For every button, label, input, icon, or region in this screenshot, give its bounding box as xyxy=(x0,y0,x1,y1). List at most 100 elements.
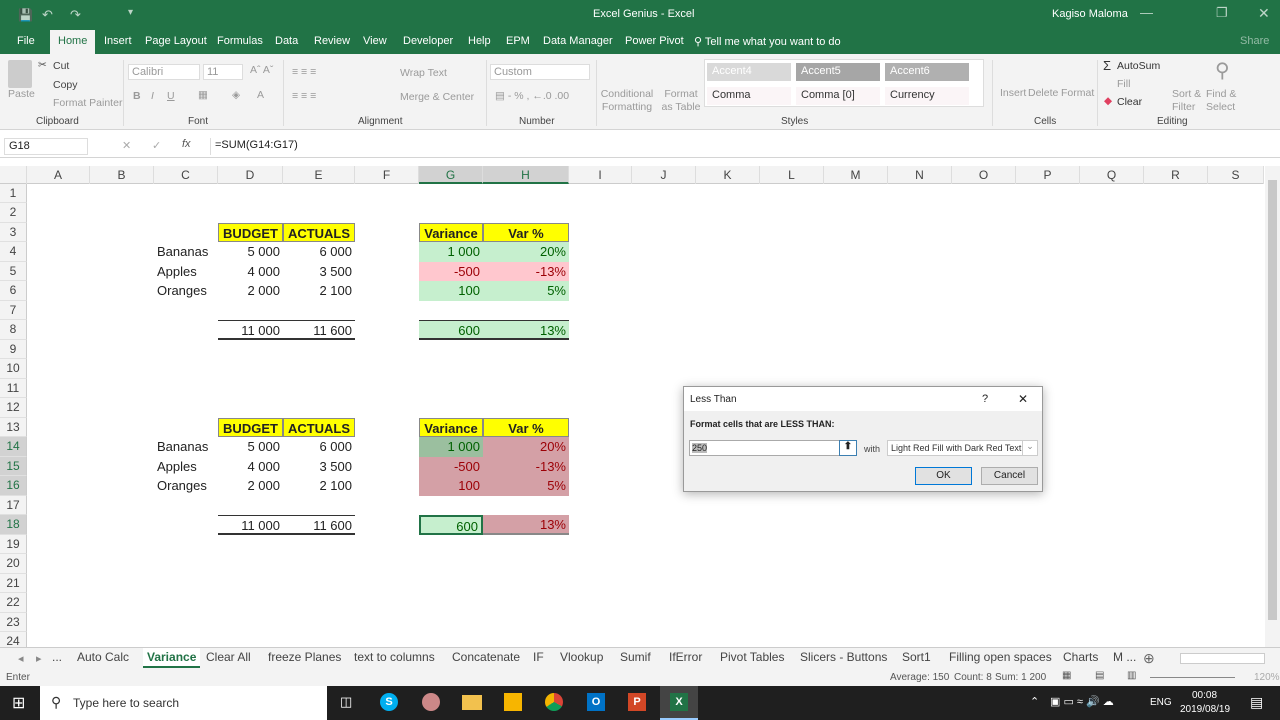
borders-icon[interactable]: ▦ xyxy=(198,89,208,101)
cell-D18[interactable]: 11 000 xyxy=(218,515,283,535)
column-header-G[interactable]: G xyxy=(419,166,483,184)
cut-button[interactable]: Cut xyxy=(53,60,69,72)
column-header-F[interactable]: F xyxy=(355,166,419,184)
bold-icon[interactable]: B xyxy=(133,90,141,102)
sheet-tab-iferror[interactable]: IfError xyxy=(669,650,702,664)
cell-H14[interactable]: 20% xyxy=(483,437,569,457)
cell-H18[interactable]: 13% xyxy=(483,515,569,535)
font-size-select[interactable]: 11 xyxy=(203,64,243,80)
normal-view-icon[interactable]: ▦ xyxy=(1062,670,1071,681)
cell-H8[interactable]: 13% xyxy=(483,320,569,340)
menu-view[interactable]: View xyxy=(363,35,387,47)
style-comma-0[interactable]: Comma [0] xyxy=(796,87,880,105)
style-currency[interactable]: Currency xyxy=(885,87,969,105)
cell-C15[interactable]: Apples xyxy=(154,457,218,476)
sheet-tab-auto-calc[interactable]: Auto Calc xyxy=(77,650,129,664)
cell-E16[interactable]: 2 100 xyxy=(283,476,355,495)
sheet-tab-concatenate[interactable]: Concatenate xyxy=(452,650,520,664)
style-accent4[interactable]: Accent4 xyxy=(707,63,791,81)
close-icon[interactable]: ✕ xyxy=(1018,392,1028,406)
row-header-2[interactable]: 2 xyxy=(0,203,27,223)
paste-button[interactable]: Paste xyxy=(8,88,35,100)
select-all-corner[interactable] xyxy=(0,166,27,184)
save-icon[interactable]: 💾 xyxy=(18,8,33,22)
row-header-3[interactable]: 3 xyxy=(0,222,27,243)
cell-E5[interactable]: 3 500 xyxy=(283,262,355,281)
outlook-icon[interactable]: O xyxy=(587,693,605,711)
clear-button[interactable]: Clear xyxy=(1117,96,1142,108)
restore-icon[interactable]: ❐ xyxy=(1216,5,1228,21)
row-header-7[interactable]: 7 xyxy=(0,300,27,321)
cell-D13[interactable]: BUDGET xyxy=(218,417,283,438)
column-header-H[interactable]: H xyxy=(483,166,569,184)
align-top-icon[interactable]: ≡ ≡ ≡ xyxy=(292,66,316,78)
cell-D6[interactable]: 2 000 xyxy=(218,281,283,300)
powerpoint-icon[interactable]: P xyxy=(628,693,646,711)
cell-G15[interactable]: -500 xyxy=(419,456,483,477)
menu-file[interactable]: File xyxy=(17,35,35,47)
sheet-tab-m-[interactable]: M ... xyxy=(1113,650,1136,664)
row-header-17[interactable]: 17 xyxy=(0,495,27,516)
help-button[interactable]: ? xyxy=(982,393,988,405)
excel-taskbar-button[interactable]: X xyxy=(660,686,698,720)
row-header-9[interactable]: 9 xyxy=(0,339,27,360)
skype-icon[interactable]: S xyxy=(380,693,398,711)
percent-icon[interactable]: ▤ - % , ←.0 .00 xyxy=(495,90,569,102)
cell-G5[interactable]: -500 xyxy=(419,261,483,282)
undo-icon[interactable]: ↶ xyxy=(42,7,53,23)
sheet-tab-sumif[interactable]: Sumif xyxy=(620,650,651,664)
row-header-10[interactable]: 10 xyxy=(0,359,27,379)
row-header-21[interactable]: 21 xyxy=(0,573,27,594)
enter-icon[interactable]: ✓ xyxy=(152,139,161,152)
column-header-N[interactable]: N xyxy=(888,166,952,184)
format-painter-button[interactable]: Format Painter xyxy=(53,97,122,109)
menu-epm[interactable]: EPM xyxy=(506,35,530,47)
cell-E4[interactable]: 6 000 xyxy=(283,242,355,261)
format-as-table-button[interactable]: Format as Table xyxy=(658,88,704,114)
cell-G6[interactable]: 100 xyxy=(419,281,483,301)
column-header-I[interactable]: I xyxy=(569,166,632,184)
name-box[interactable]: G18 xyxy=(4,138,88,155)
sheet-tab-freeze-planes[interactable]: freeze Planes xyxy=(268,650,341,664)
language-indicator[interactable]: ENG xyxy=(1150,697,1172,708)
column-header-C[interactable]: C xyxy=(154,166,218,184)
row-header-23[interactable]: 23 xyxy=(0,612,27,633)
insert-cells-button[interactable]: Insert xyxy=(1000,87,1026,99)
row-header-15[interactable]: 15 xyxy=(0,456,27,477)
menu-insert[interactable]: Insert xyxy=(104,35,132,47)
autosum-button[interactable]: AutoSum xyxy=(1117,60,1160,72)
sheet-tab-clear-all[interactable]: Clear All xyxy=(206,650,251,664)
cell-H15[interactable]: -13% xyxy=(483,456,569,477)
wrap-text-button[interactable]: Wrap Text xyxy=(400,67,447,79)
app-icon[interactable] xyxy=(422,693,440,711)
column-header-P[interactable]: P xyxy=(1016,166,1080,184)
row-header-22[interactable]: 22 xyxy=(0,593,27,613)
add-sheet-icon[interactable]: ⊕ xyxy=(1143,650,1155,667)
sheet-tab-sort1[interactable]: Sort1 xyxy=(902,650,931,664)
ok-button[interactable]: OK xyxy=(915,467,972,485)
collapse-dialog-icon[interactable]: ⬆ xyxy=(839,440,857,456)
column-header-Q[interactable]: Q xyxy=(1080,166,1144,184)
column-header-E[interactable]: E xyxy=(283,166,355,184)
threshold-input[interactable]: 250 xyxy=(689,440,857,456)
delete-cells-button[interactable]: Delete xyxy=(1028,87,1058,99)
row-header-20[interactable]: 20 xyxy=(0,554,27,574)
page-layout-icon[interactable]: ▤ xyxy=(1095,670,1104,681)
tray-icons[interactable]: ▣ ▭ ≈ 🔊 ☁ xyxy=(1050,695,1114,708)
row-header-12[interactable]: 12 xyxy=(0,398,27,418)
underline-icon[interactable]: U xyxy=(167,90,175,102)
row-header-11[interactable]: 11 xyxy=(0,378,27,399)
horizontal-scrollbar[interactable] xyxy=(1180,653,1265,664)
cell-D16[interactable]: 2 000 xyxy=(218,476,283,495)
paste-icon[interactable] xyxy=(8,60,32,88)
share-button[interactable]: Share xyxy=(1240,35,1269,47)
row-header-13[interactable]: 13 xyxy=(0,417,27,438)
cell-H13[interactable]: Var % xyxy=(483,417,569,438)
menu-review[interactable]: Review xyxy=(314,35,350,47)
conditional-formatting-button[interactable]: Conditional Formatting xyxy=(600,88,654,114)
menu-formulas[interactable]: Formulas xyxy=(217,35,263,47)
font-color-icon[interactable]: A xyxy=(257,89,264,101)
column-header-D[interactable]: D xyxy=(218,166,283,184)
style-accent6[interactable]: Accent6 xyxy=(885,63,969,81)
column-header-R[interactable]: R xyxy=(1144,166,1208,184)
